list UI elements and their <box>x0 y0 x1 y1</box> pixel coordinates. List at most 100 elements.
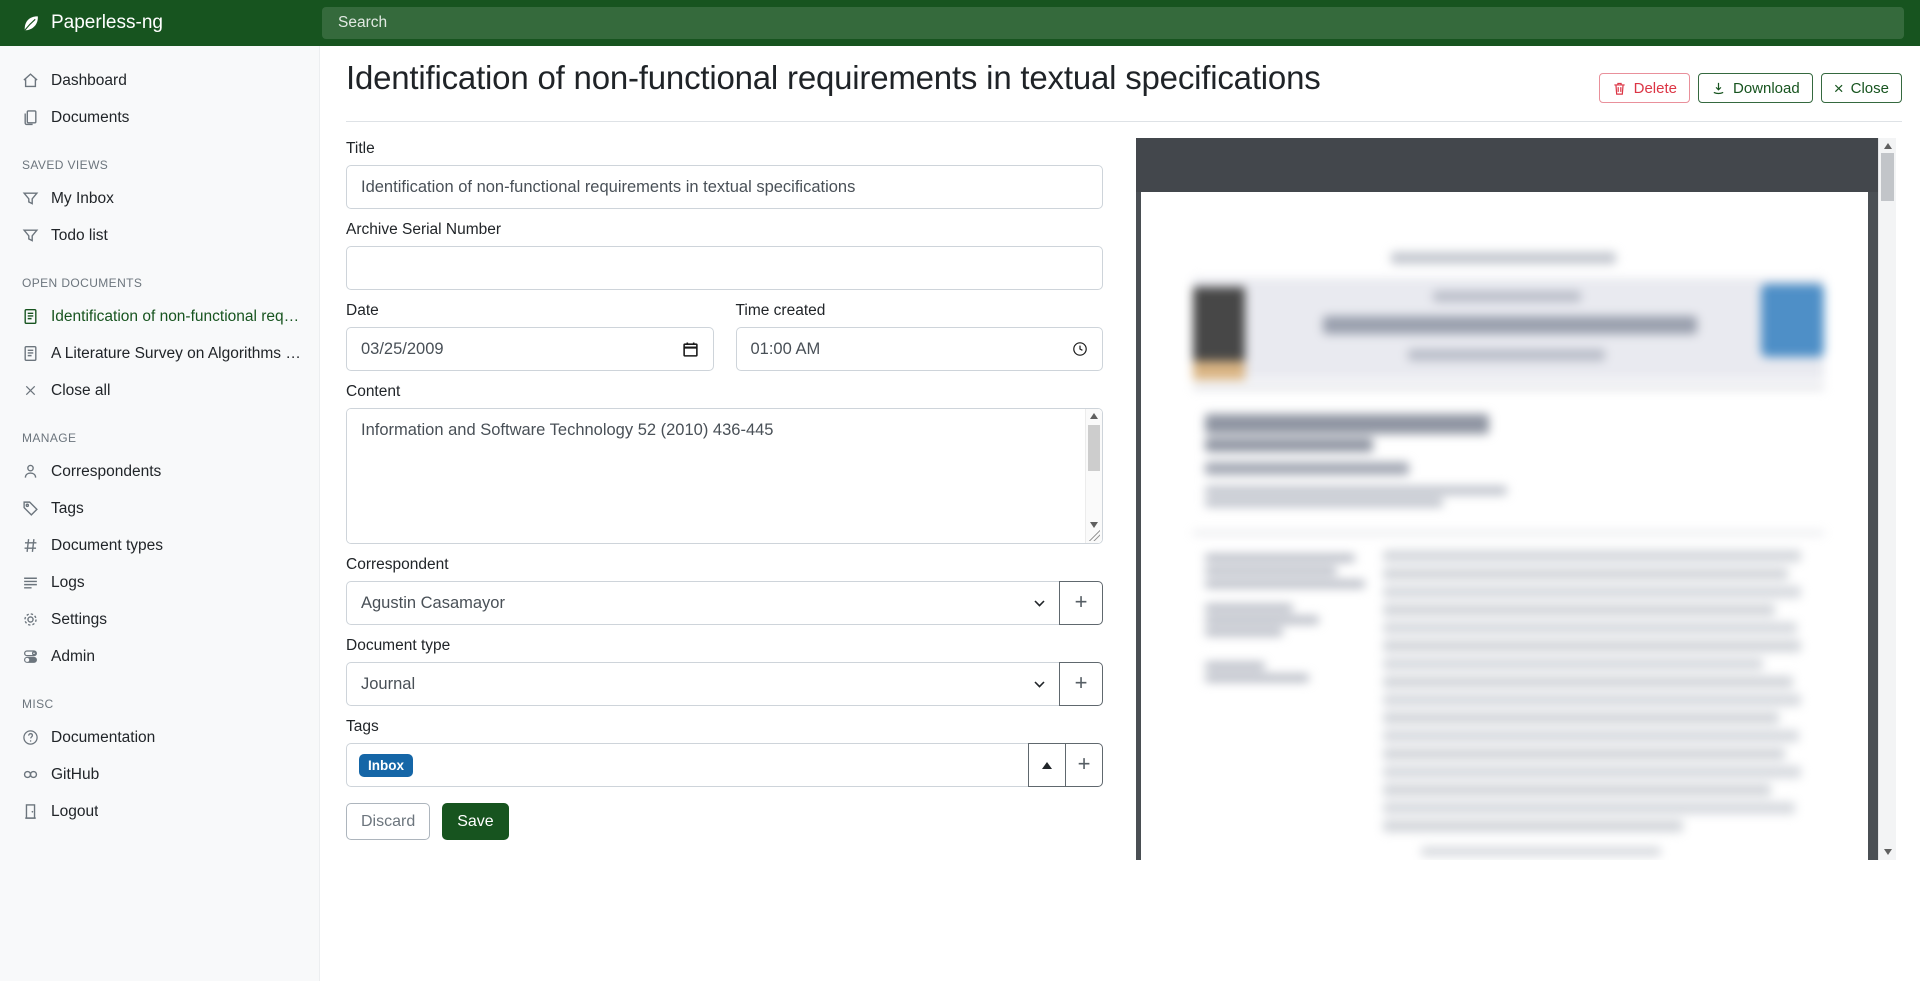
sidebar-section-open-documents: OPEN DOCUMENTS <box>0 276 319 291</box>
sidebar-section-misc: MISC <box>0 697 319 712</box>
link-icon <box>22 766 39 783</box>
correspondent-value: Agustin Casamayor <box>361 594 505 613</box>
sidebar-item-document-types[interactable]: Document types <box>0 527 319 564</box>
document-type-value: Journal <box>361 675 415 694</box>
sidebar-close-all[interactable]: Close all <box>0 372 319 409</box>
top-navbar: Paperless-ng <box>0 0 1920 46</box>
delete-button[interactable]: Delete <box>1599 73 1690 103</box>
hash-icon <box>22 537 39 554</box>
chevron-down-icon <box>1034 681 1045 688</box>
content-scrollbar[interactable] <box>1085 409 1102 543</box>
app-brand[interactable]: Paperless-ng <box>20 0 163 46</box>
search-input[interactable] <box>322 7 1904 39</box>
sidebar-item-label: A Literature Survey on Algorithms for Mu… <box>51 345 305 363</box>
sidebar-open-doc-other[interactable]: A Literature Survey on Algorithms for Mu… <box>0 335 319 372</box>
door-logout-icon <box>22 803 39 820</box>
scroll-up-arrow-icon[interactable] <box>1879 139 1896 153</box>
sidebar-item-my-inbox[interactable]: My Inbox <box>0 180 319 217</box>
date-label: Date <box>346 302 714 321</box>
toggles-icon <box>22 648 39 665</box>
add-tag-button[interactable]: + <box>1065 743 1103 787</box>
app-brand-label: Paperless-ng <box>51 12 163 34</box>
download-button[interactable]: Download <box>1698 73 1813 103</box>
scroll-up-arrow-icon[interactable] <box>1086 409 1102 423</box>
close-button-label: Close <box>1851 80 1889 97</box>
home-icon <box>22 72 39 89</box>
tags-input[interactable]: Inbox <box>346 743 1029 787</box>
question-circle-icon <box>22 729 39 746</box>
list-lines-icon <box>22 574 39 591</box>
caret-up-icon <box>1042 762 1052 769</box>
sidebar-item-logout[interactable]: Logout <box>0 793 319 830</box>
content-scrollbar-thumb[interactable] <box>1088 425 1100 471</box>
document-type-label: Document type <box>346 637 1103 656</box>
tags-collapse-button[interactable] <box>1028 743 1066 787</box>
sidebar-item-github[interactable]: GitHub <box>0 756 319 793</box>
clock-icon[interactable] <box>1072 341 1088 357</box>
sidebar-item-label: Identification of non-functional require… <box>51 308 305 326</box>
pdf-page-blurred-content <box>1141 192 1868 860</box>
document-type-select[interactable]: Journal <box>346 662 1060 706</box>
sidebar-item-documents[interactable]: Documents <box>0 99 319 136</box>
content-label: Content <box>346 383 1103 402</box>
textarea-resize-grip[interactable] <box>1089 530 1100 541</box>
sidebar-item-label: Documents <box>51 109 129 127</box>
sidebar-item-label: GitHub <box>51 766 99 784</box>
sidebar-item-label: Logout <box>51 803 98 821</box>
calendar-icon[interactable] <box>682 341 699 358</box>
sidebar-item-dashboard[interactable]: Dashboard <box>0 62 319 99</box>
close-icon: × <box>1834 80 1844 97</box>
tag-icon <box>22 500 39 517</box>
save-button[interactable]: Save <box>442 803 508 840</box>
download-button-label: Download <box>1733 80 1800 97</box>
gear-icon <box>22 611 39 628</box>
sidebar-section-manage: MANAGE <box>0 431 319 446</box>
documents-icon <box>22 109 39 126</box>
sidebar-item-settings[interactable]: Settings <box>0 601 319 638</box>
sidebar-item-documentation[interactable]: Documentation <box>0 719 319 756</box>
add-document-type-button[interactable]: + <box>1059 662 1103 706</box>
time-created-input[interactable]: 01:00 AM <box>736 327 1104 371</box>
leaf-logo-icon <box>20 13 41 34</box>
pdf-preview-pane <box>1136 138 1896 860</box>
pdf-page <box>1141 192 1868 860</box>
tag-badge-inbox[interactable]: Inbox <box>359 754 413 777</box>
sidebar-open-doc-current[interactable]: Identification of non-functional require… <box>0 298 319 335</box>
correspondent-label: Correspondent <box>346 556 1103 575</box>
trash-icon <box>1612 81 1627 96</box>
tags-label: Tags <box>346 718 1103 737</box>
plus-icon: + <box>1075 591 1088 613</box>
title-label: Title <box>346 140 1103 159</box>
correspondent-select[interactable]: Agustin Casamayor <box>346 581 1060 625</box>
date-input[interactable]: 03/25/2009 <box>346 327 714 371</box>
download-icon <box>1711 81 1726 96</box>
file-text-icon <box>22 345 39 362</box>
sidebar: Dashboard Documents SAVED VIEWS My Inbox… <box>0 46 320 981</box>
document-edit-form: Title Archive Serial Number Date 03/25/2… <box>346 122 1103 840</box>
scroll-down-arrow-icon[interactable] <box>1879 845 1896 859</box>
content-textarea[interactable]: Information and Software Technology 52 (… <box>346 408 1103 544</box>
title-input[interactable] <box>346 165 1103 209</box>
pdf-viewer-toolbar <box>1136 138 1878 192</box>
sidebar-item-label: Documentation <box>51 729 155 747</box>
pdf-scrollbar-thumb[interactable] <box>1881 153 1894 201</box>
sidebar-item-label: Tags <box>51 500 84 518</box>
close-button[interactable]: × Close <box>1821 73 1902 103</box>
sidebar-item-label: Close all <box>51 382 110 400</box>
person-icon <box>22 463 39 480</box>
filter-funnel-icon <box>22 190 39 207</box>
sidebar-item-label: Logs <box>51 574 85 592</box>
sidebar-item-logs[interactable]: Logs <box>0 564 319 601</box>
asn-input[interactable] <box>346 246 1103 290</box>
sidebar-item-correspondents[interactable]: Correspondents <box>0 453 319 490</box>
sidebar-item-label: Dashboard <box>51 72 127 90</box>
discard-button[interactable]: Discard <box>346 803 430 840</box>
plus-icon: + <box>1075 672 1088 694</box>
sidebar-item-label: Correspondents <box>51 463 161 481</box>
filter-funnel-icon <box>22 227 39 244</box>
pdf-preview-scrollbar[interactable] <box>1878 138 1896 860</box>
sidebar-item-admin[interactable]: Admin <box>0 638 319 675</box>
sidebar-item-todo-list[interactable]: Todo list <box>0 217 319 254</box>
add-correspondent-button[interactable]: + <box>1059 581 1103 625</box>
sidebar-item-tags[interactable]: Tags <box>0 490 319 527</box>
